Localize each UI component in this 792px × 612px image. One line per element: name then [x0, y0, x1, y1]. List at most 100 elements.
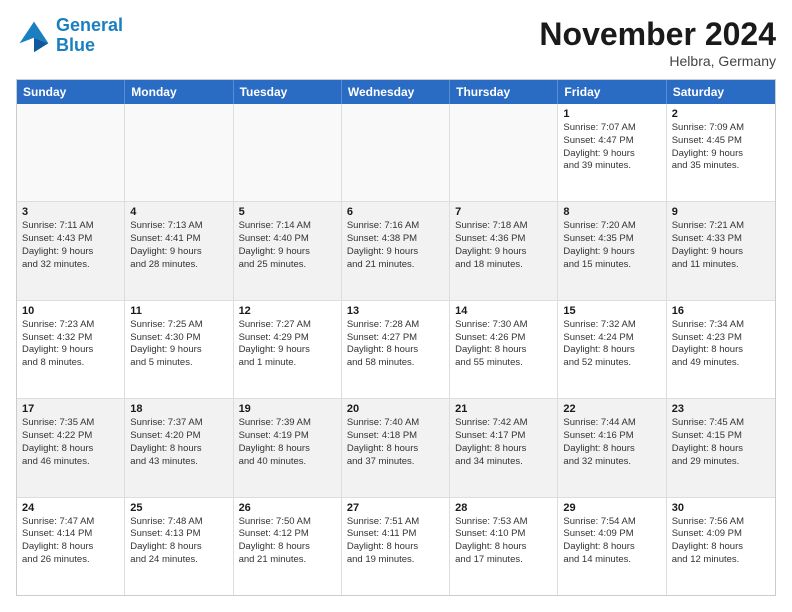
day-number-28: 28: [455, 502, 552, 514]
page: General Blue November 2024 Helbra, Germa…: [0, 0, 792, 612]
cal-row-4: 24Sunrise: 7:47 AM Sunset: 4:14 PM Dayli…: [17, 498, 775, 595]
cal-row-3: 17Sunrise: 7:35 AM Sunset: 4:22 PM Dayli…: [17, 399, 775, 497]
header: General Blue November 2024 Helbra, Germa…: [16, 16, 776, 69]
day-info-8: Sunrise: 7:20 AM Sunset: 4:35 PM Dayligh…: [563, 220, 660, 271]
day-info-20: Sunrise: 7:40 AM Sunset: 4:18 PM Dayligh…: [347, 417, 444, 468]
day-number-2: 2: [672, 108, 770, 120]
day-number-27: 27: [347, 502, 444, 514]
cal-cell-4-0: 24Sunrise: 7:47 AM Sunset: 4:14 PM Dayli…: [17, 498, 125, 595]
cal-row-1: 3Sunrise: 7:11 AM Sunset: 4:43 PM Daylig…: [17, 202, 775, 300]
weekday-saturday: Saturday: [667, 80, 775, 104]
cal-cell-4-1: 25Sunrise: 7:48 AM Sunset: 4:13 PM Dayli…: [125, 498, 233, 595]
cal-cell-2-2: 12Sunrise: 7:27 AM Sunset: 4:29 PM Dayli…: [234, 301, 342, 398]
day-info-6: Sunrise: 7:16 AM Sunset: 4:38 PM Dayligh…: [347, 220, 444, 271]
day-number-22: 22: [563, 403, 660, 415]
logo: General Blue: [16, 16, 123, 56]
cal-cell-2-1: 11 Sunrise: 7:25 AM Sunset: 4:30 PM Dayli…: [125, 301, 233, 398]
day-number-18: 18: [130, 403, 227, 415]
day-info-24: Sunrise: 7:47 AM Sunset: 4:14 PM Dayligh…: [22, 516, 119, 567]
day-info-10: Sunrise: 7:23 AM Sunset: 4:32 PM Dayligh…: [22, 319, 119, 370]
day-number-4: 4: [130, 206, 227, 218]
cal-cell-1-3: 6 Sunrise: 7:16 AM Sunset: 4:38 PM Daylig…: [342, 202, 450, 299]
calendar-body: 1 Sunrise: 7:07 AM Sunset: 4:47 PM Daylig…: [17, 104, 775, 595]
weekday-friday: Friday: [558, 80, 666, 104]
cal-cell-2-6: 16 Sunrise: 7:34 AM Sunset: 4:23 PM Dayli…: [667, 301, 775, 398]
day-info-5: Sunrise: 7:14 AM Sunset: 4:40 PM Dayligh…: [239, 220, 336, 271]
cal-cell-2-5: 15 Sunrise: 7:32 AM Sunset: 4:24 PM Dayli…: [558, 301, 666, 398]
cal-cell-4-2: 26 Sunrise: 7:50 AM Sunset: 4:12 PM Dayli…: [234, 498, 342, 595]
cal-cell-1-6: 9Sunrise: 7:21 AM Sunset: 4:33 PM Daylig…: [667, 202, 775, 299]
day-number-7: 7: [455, 206, 552, 218]
day-info-27: Sunrise: 7:51 AM Sunset: 4:11 PM Dayligh…: [347, 516, 444, 567]
cal-cell-0-6: 2Sunrise: 7:09 AM Sunset: 4:45 PM Daylig…: [667, 104, 775, 201]
cal-row-0: 1 Sunrise: 7:07 AM Sunset: 4:47 PM Daylig…: [17, 104, 775, 202]
weekday-wednesday: Wednesday: [342, 80, 450, 104]
day-info-28: Sunrise: 7:53 AM Sunset: 4:10 PM Dayligh…: [455, 516, 552, 567]
day-number-29: 29: [563, 502, 660, 514]
cal-cell-0-2: [234, 104, 342, 201]
day-number-13: 13: [347, 305, 444, 317]
day-info-30: Sunrise: 7:56 AM Sunset: 4:09 PM Dayligh…: [672, 516, 770, 567]
day-info-1: Sunrise: 7:07 AM Sunset: 4:47 PM Dayligh…: [563, 122, 660, 173]
day-info-29: Sunrise: 7:54 AM Sunset: 4:09 PM Dayligh…: [563, 516, 660, 567]
title-block: November 2024 Helbra, Germany: [539, 16, 776, 69]
day-number-11: 11: [130, 305, 227, 317]
day-number-16: 16: [672, 305, 770, 317]
logo-text: General Blue: [56, 16, 123, 56]
day-number-19: 19: [239, 403, 336, 415]
cal-row-2: 10Sunrise: 7:23 AM Sunset: 4:32 PM Dayli…: [17, 301, 775, 399]
cal-cell-2-3: 13 Sunrise: 7:28 AM Sunset: 4:27 PM Dayli…: [342, 301, 450, 398]
day-info-14: Sunrise: 7:30 AM Sunset: 4:26 PM Dayligh…: [455, 319, 552, 370]
day-info-16: Sunrise: 7:34 AM Sunset: 4:23 PM Dayligh…: [672, 319, 770, 370]
day-number-23: 23: [672, 403, 770, 415]
day-number-20: 20: [347, 403, 444, 415]
cal-cell-1-0: 3Sunrise: 7:11 AM Sunset: 4:43 PM Daylig…: [17, 202, 125, 299]
day-number-5: 5: [239, 206, 336, 218]
weekday-monday: Monday: [125, 80, 233, 104]
cal-cell-1-4: 7Sunrise: 7:18 AM Sunset: 4:36 PM Daylig…: [450, 202, 558, 299]
day-info-26: Sunrise: 7:50 AM Sunset: 4:12 PM Dayligh…: [239, 516, 336, 567]
day-info-15: Sunrise: 7:32 AM Sunset: 4:24 PM Dayligh…: [563, 319, 660, 370]
cal-cell-0-1: [125, 104, 233, 201]
calendar-header: Sunday Monday Tuesday Wednesday Thursday…: [17, 80, 775, 104]
cal-cell-3-5: 22Sunrise: 7:44 AM Sunset: 4:16 PM Dayli…: [558, 399, 666, 496]
day-number-1: 1: [563, 108, 660, 120]
cal-cell-3-6: 23 Sunrise: 7:45 AM Sunset: 4:15 PM Dayli…: [667, 399, 775, 496]
day-info-23: Sunrise: 7:45 AM Sunset: 4:15 PM Dayligh…: [672, 417, 770, 468]
day-info-13: Sunrise: 7:28 AM Sunset: 4:27 PM Dayligh…: [347, 319, 444, 370]
day-info-4: Sunrise: 7:13 AM Sunset: 4:41 PM Dayligh…: [130, 220, 227, 271]
location: Helbra, Germany: [539, 53, 776, 69]
logo-line1: General: [56, 15, 123, 35]
cal-cell-0-4: [450, 104, 558, 201]
day-info-11: Sunrise: 7:25 AM Sunset: 4:30 PM Dayligh…: [130, 319, 227, 370]
day-number-26: 26: [239, 502, 336, 514]
day-number-21: 21: [455, 403, 552, 415]
day-number-12: 12: [239, 305, 336, 317]
month-title: November 2024: [539, 16, 776, 53]
logo-icon: [16, 18, 52, 54]
day-number-6: 6: [347, 206, 444, 218]
cal-cell-1-5: 8Sunrise: 7:20 AM Sunset: 4:35 PM Daylig…: [558, 202, 666, 299]
cal-cell-0-5: 1 Sunrise: 7:07 AM Sunset: 4:47 PM Daylig…: [558, 104, 666, 201]
cal-cell-1-1: 4 Sunrise: 7:13 AM Sunset: 4:41 PM Daylig…: [125, 202, 233, 299]
cal-cell-2-0: 10Sunrise: 7:23 AM Sunset: 4:32 PM Dayli…: [17, 301, 125, 398]
weekday-sunday: Sunday: [17, 80, 125, 104]
cal-cell-4-4: 28 Sunrise: 7:53 AM Sunset: 4:10 PM Dayli…: [450, 498, 558, 595]
day-info-21: Sunrise: 7:42 AM Sunset: 4:17 PM Dayligh…: [455, 417, 552, 468]
day-info-9: Sunrise: 7:21 AM Sunset: 4:33 PM Dayligh…: [672, 220, 770, 271]
day-number-3: 3: [22, 206, 119, 218]
day-number-17: 17: [22, 403, 119, 415]
cal-cell-3-1: 18Sunrise: 7:37 AM Sunset: 4:20 PM Dayli…: [125, 399, 233, 496]
cal-cell-0-3: [342, 104, 450, 201]
cal-cell-4-3: 27 Sunrise: 7:51 AM Sunset: 4:11 PM Dayli…: [342, 498, 450, 595]
cal-cell-3-2: 19Sunrise: 7:39 AM Sunset: 4:19 PM Dayli…: [234, 399, 342, 496]
cal-cell-3-3: 20 Sunrise: 7:40 AM Sunset: 4:18 PM Dayli…: [342, 399, 450, 496]
day-number-15: 15: [563, 305, 660, 317]
logo-line2: Blue: [56, 35, 95, 55]
weekday-tuesday: Tuesday: [234, 80, 342, 104]
day-info-25: Sunrise: 7:48 AM Sunset: 4:13 PM Dayligh…: [130, 516, 227, 567]
cal-cell-1-2: 5 Sunrise: 7:14 AM Sunset: 4:40 PM Daylig…: [234, 202, 342, 299]
day-number-30: 30: [672, 502, 770, 514]
cal-cell-3-0: 17Sunrise: 7:35 AM Sunset: 4:22 PM Dayli…: [17, 399, 125, 496]
cal-cell-3-4: 21 Sunrise: 7:42 AM Sunset: 4:17 PM Dayli…: [450, 399, 558, 496]
